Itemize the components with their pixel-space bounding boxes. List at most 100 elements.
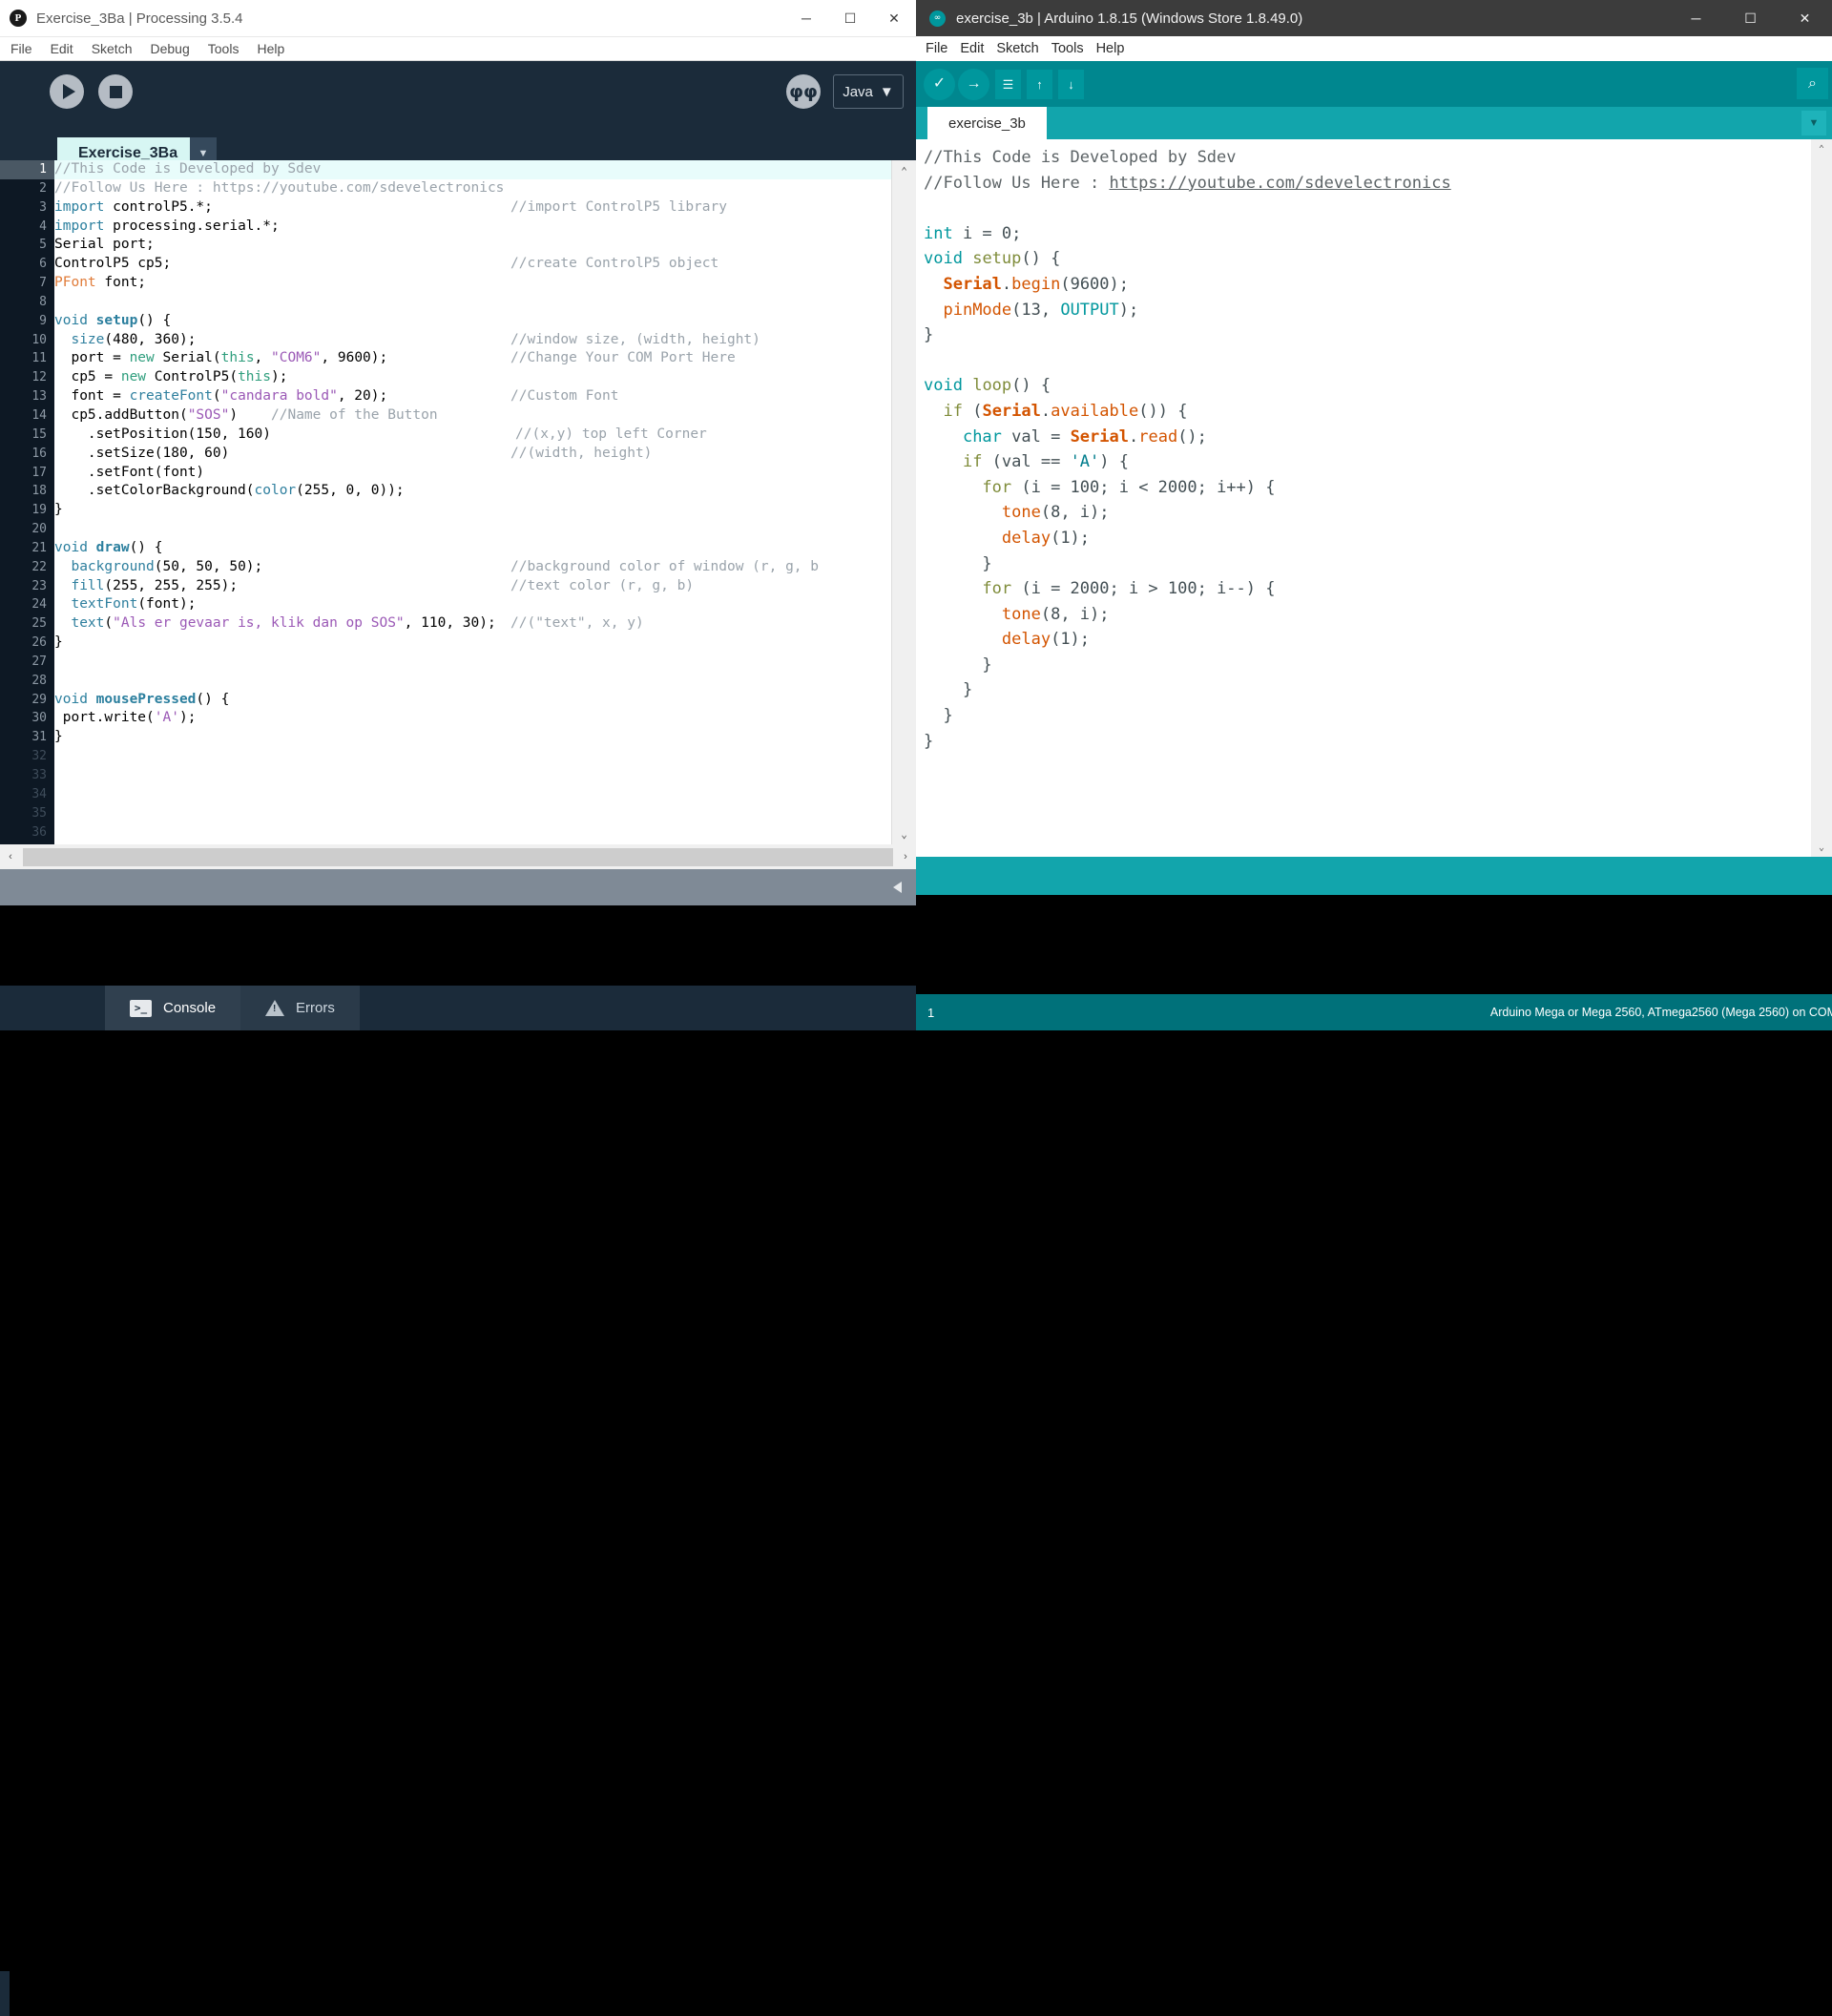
scroll-right-icon[interactable]: › — [895, 844, 916, 869]
code-line: } — [54, 502, 63, 518]
menu-item-sketch[interactable]: Sketch — [996, 41, 1038, 56]
arduino-vertical-scrollbar[interactable]: ⌃ ⌄ — [1811, 139, 1832, 857]
sketch-tab[interactable]: exercise_3b — [927, 107, 1047, 139]
code-line: } — [924, 655, 992, 675]
arduino-window-controls: ─ ☐ ✕ — [1669, 0, 1832, 36]
inline-comment: //(x,y) top left Corner — [515, 426, 707, 442]
code-line: import controlP5.*;//import ControlP5 li… — [54, 198, 892, 218]
processing-line-gutter: 1 2 3 4 5 6 7 8 9 10 11 12 13 14 15 16 17 18 19 20 21 22 23 24 2… — [0, 160, 54, 844]
code-line: fill(255, 255, 255);//text color (r, g, … — [54, 577, 892, 596]
menu-item-sketch[interactable]: Sketch — [89, 40, 135, 57]
code-line: if (val == 'A') { — [962, 452, 1129, 472]
maximize-button[interactable]: ☐ — [828, 0, 872, 36]
menu-item-file[interactable]: File — [926, 41, 947, 56]
save-sketch-button[interactable]: ↓ — [1058, 69, 1084, 99]
arduino-editor[interactable]: //This Code is Developed by Sdev //Follow… — [916, 139, 1832, 857]
tab-errors[interactable]: Errors — [240, 986, 360, 1030]
bottom-tabs-spacer — [0, 1971, 10, 2016]
processing-menubar: File Edit Sketch Debug Tools Help — [0, 37, 916, 61]
menu-item-file[interactable]: File — [8, 40, 35, 57]
menu-item-edit[interactable]: Edit — [960, 41, 984, 56]
line-number: 14 — [31, 407, 47, 423]
code-line: void mousePressed() { — [54, 691, 230, 707]
sketch-tab-menu-button[interactable]: ▼ — [1801, 111, 1826, 135]
line-number: 24 — [31, 597, 47, 613]
upload-button[interactable]: → — [958, 68, 989, 100]
code-line: char val = Serial.read(); — [962, 426, 1207, 447]
menu-item-help[interactable]: Help — [254, 40, 287, 57]
minimize-button[interactable]: ─ — [1669, 0, 1723, 36]
line-number: 25 — [31, 616, 47, 632]
scroll-down-icon[interactable]: ⌄ — [1811, 838, 1832, 857]
play-icon — [62, 84, 75, 99]
code-line: port.write('A'); — [54, 710, 197, 726]
stop-button[interactable] — [98, 74, 133, 109]
new-sketch-button[interactable]: ☰ — [995, 69, 1021, 99]
debug-button[interactable]: φφ — [786, 74, 821, 109]
processing-titlebar[interactable]: P Exercise_3Ba | Processing 3.5.4 ─ ☐ ✕ — [0, 0, 916, 37]
line-number: 23 — [31, 578, 47, 593]
arduino-console-output — [916, 895, 1832, 994]
tab-console[interactable]: >_ Console — [105, 986, 241, 1030]
scroll-up-icon[interactable]: ⌃ — [1811, 139, 1832, 158]
line-number: 20 — [31, 522, 47, 537]
minimize-button[interactable]: ─ — [784, 0, 828, 36]
processing-vertical-scrollbar[interactable]: ⌃ ⌄ — [891, 160, 916, 844]
code-line: tone(8, i); — [1001, 503, 1110, 523]
menu-item-tools[interactable]: Tools — [205, 40, 242, 57]
processing-code-area[interactable]: //This Code is Developed by Sdev//Follow… — [54, 160, 892, 844]
mode-selector[interactable]: Java ▼ — [833, 74, 904, 109]
code-line: size(480, 360);//window size, (width, he… — [54, 331, 892, 350]
arduino-code-area[interactable]: //This Code is Developed by Sdev //Follow… — [924, 145, 1811, 754]
code-line: port = new Serial(this, "COM6", 9600);//… — [54, 349, 892, 368]
arduino-toolbar: ✓ → ☰ ↑ ↓ ⌕ — [916, 61, 1832, 107]
processing-status-bar — [0, 869, 916, 905]
scroll-up-icon[interactable]: ⌃ — [892, 160, 916, 181]
menu-item-tools[interactable]: Tools — [1051, 41, 1084, 56]
line-number: 33 — [31, 768, 47, 782]
arduino-window: ∞ exercise_3b | Arduino 1.8.15 (Windows … — [916, 0, 1832, 1030]
line-number: 4 — [39, 218, 47, 234]
scroll-down-icon[interactable]: ⌄ — [892, 823, 916, 844]
line-number: 5 — [39, 238, 47, 253]
code-line: delay(1); — [1001, 630, 1091, 650]
serial-monitor-button[interactable]: ⌕ — [1797, 68, 1828, 99]
inline-comment: //text color (r, g, b) — [510, 577, 695, 593]
code-line: Serial.begin(9600); — [943, 274, 1129, 294]
inline-comment: //Change Your COM Port Here — [510, 350, 736, 366]
maximize-button[interactable]: ☐ — [1723, 0, 1778, 36]
line-number: 15 — [31, 426, 47, 442]
expand-console-icon[interactable] — [893, 882, 902, 893]
close-button[interactable]: ✕ — [1778, 0, 1832, 36]
inline-comment: //(width, height) — [510, 445, 653, 461]
arduino-titlebar[interactable]: ∞ exercise_3b | Arduino 1.8.15 (Windows … — [916, 0, 1832, 36]
line-number: 31 — [31, 730, 47, 745]
horizontal-scroll-thumb[interactable] — [23, 847, 893, 866]
sketch-tab-label: exercise_3b — [948, 114, 1026, 132]
processing-bottom-tabs: >_ Console Errors — [0, 986, 916, 2016]
processing-horizontal-scrollbar[interactable]: ‹ › — [0, 844, 916, 869]
code-line: } — [924, 680, 973, 700]
tab-console-label: Console — [163, 1000, 217, 1016]
run-button[interactable] — [50, 74, 84, 109]
menu-item-edit[interactable]: Edit — [48, 40, 76, 57]
check-icon: ✓ — [932, 75, 947, 92]
console-icon: >_ — [130, 999, 152, 1017]
close-button[interactable]: ✕ — [872, 0, 916, 36]
menu-item-help[interactable]: Help — [1096, 41, 1125, 56]
menu-item-debug[interactable]: Debug — [148, 40, 193, 57]
scroll-left-icon[interactable]: ‹ — [0, 844, 21, 869]
open-sketch-button[interactable]: ↑ — [1027, 69, 1052, 99]
line-number: 8 — [39, 294, 47, 309]
arduino-window-title: exercise_3b | Arduino 1.8.15 (Windows St… — [956, 10, 1303, 27]
processing-editor[interactable]: 1 2 3 4 5 6 7 8 9 10 11 12 13 14 15 16 17 18 19 20 21 22 23 24 2… — [0, 160, 916, 844]
processing-logo-icon: P — [10, 10, 27, 27]
verify-button[interactable]: ✓ — [924, 68, 955, 100]
line-number: 10 — [31, 332, 47, 347]
